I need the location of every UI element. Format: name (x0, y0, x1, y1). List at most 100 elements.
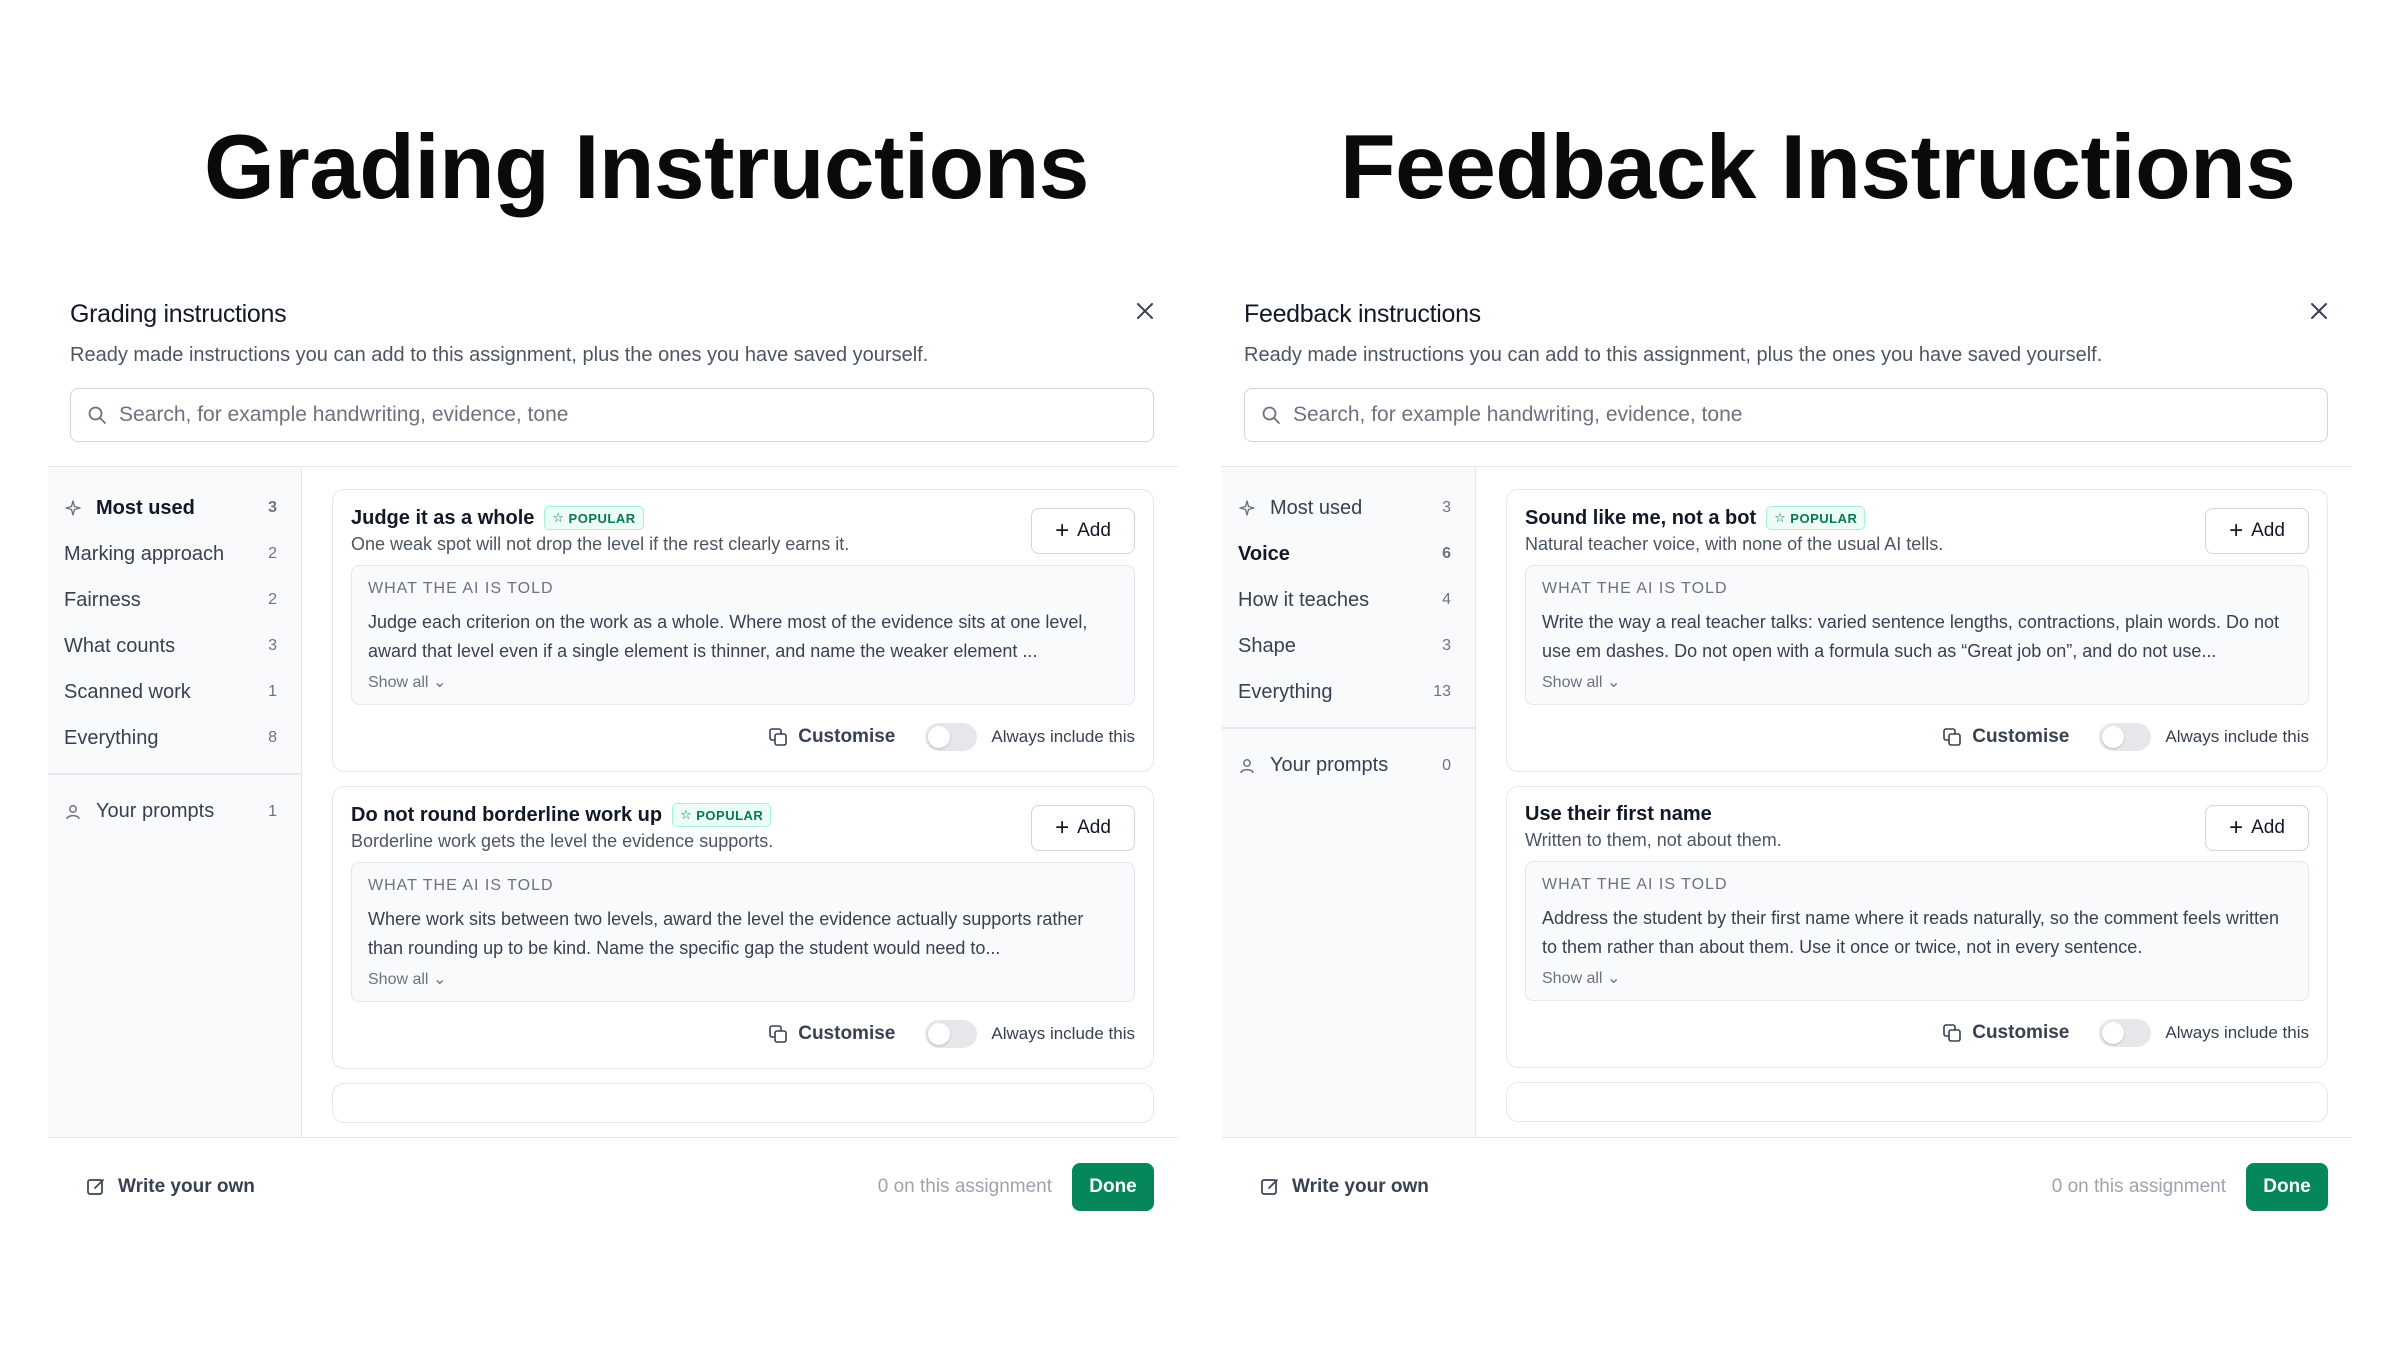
popular-badge: ☆ POPULAR (672, 803, 772, 827)
edit-icon (87, 1179, 104, 1195)
dialog-footer: Write your own 0 on this assignment Done (48, 1138, 1178, 1236)
customise-label: Customise (1972, 1022, 2070, 1043)
sidebar-item-label: Everything (64, 726, 159, 749)
sidebar-item-what-counts[interactable]: What counts 3 (48, 623, 301, 669)
chevron-down-icon: ⌄ (432, 674, 447, 691)
done-button[interactable]: Done (2246, 1163, 2328, 1211)
sidebar-item-label: Your prompts (1270, 754, 1389, 776)
dialog-footer: Write your own 0 on this assignment Done (1222, 1138, 2352, 1236)
grading-dialog: Grading instructions Ready made instruct… (48, 286, 1178, 1236)
category-sidebar: Most used 3 Marking approach 2 Fairness … (48, 467, 302, 1137)
sidebar-item-everything[interactable]: Everything 13 (1222, 669, 1475, 715)
sidebar-item-fairness[interactable]: Fairness 2 (48, 577, 301, 623)
chevron-down-icon: ⌄ (1606, 674, 1621, 691)
always-include-toggle[interactable] (925, 723, 978, 751)
instruction-card-partial (332, 1083, 1154, 1123)
sidebar-item-shape[interactable]: Shape 3 (1222, 623, 1475, 669)
instruction-list: Judge it as a whole ☆ POPULAR One weak sp… (302, 467, 1178, 1137)
copy-icon (1943, 728, 1962, 746)
search-input[interactable] (1293, 403, 2193, 427)
search-box[interactable] (1244, 388, 2328, 442)
sidebar-item-label: What counts (64, 634, 176, 657)
ai-told-label: WHAT THE AI IS TOLD (1542, 580, 1728, 597)
instruction-card: Do not round borderline work up ☆ POPULAR… (332, 786, 1154, 1069)
card-title: Do not round borderline work up (351, 803, 663, 826)
instruction-list: Sound like me, not a bot ☆ POPULAR Natura… (1476, 467, 2352, 1137)
always-include-toggle[interactable] (925, 1020, 978, 1048)
ai-told-box: WHAT THE AI IS TOLD Write the way a real… (1525, 565, 2309, 705)
add-button[interactable]: + Add (2205, 805, 2309, 851)
plus-icon: + (1055, 517, 1070, 544)
search-input[interactable] (119, 403, 1019, 427)
always-include-label: Always include this (991, 727, 1135, 746)
customise-button[interactable]: Customise (1942, 726, 2069, 748)
add-button[interactable]: + Add (2205, 508, 2309, 554)
sidebar-item-scanned-work[interactable]: Scanned work 1 (48, 669, 301, 715)
sidebar-item-count: 3 (1442, 499, 1451, 516)
close-icon[interactable] (2310, 302, 2328, 320)
sidebar-item-most-used[interactable]: Most used 3 (48, 485, 301, 531)
always-include-toggle[interactable] (2099, 1019, 2152, 1047)
card-description: Written to them, not about them. (1525, 830, 1782, 850)
always-include-toggle[interactable] (2099, 723, 2152, 751)
show-all-link[interactable]: Show all ⌄ (1542, 672, 1620, 692)
show-all-label: Show all (1542, 970, 1603, 987)
done-button[interactable]: Done (1072, 1163, 1154, 1211)
ai-told-label: WHAT THE AI IS TOLD (368, 580, 554, 597)
dialog-subtitle: Ready made instructions you can add to t… (1244, 344, 2103, 366)
chevron-down-icon: ⌄ (432, 971, 447, 988)
card-title: Use their first name (1525, 803, 1712, 825)
ai-told-text: Judge each criterion on the work as a wh… (368, 612, 1088, 661)
dialog-subtitle: Ready made instructions you can add to t… (70, 344, 929, 366)
sidebar-item-count: 1 (268, 683, 277, 700)
dialog-title: Feedback instructions (1244, 300, 1481, 328)
close-icon[interactable] (1136, 302, 1154, 320)
star-icon: ☆ (552, 510, 565, 525)
badge-label: POPULAR (568, 510, 636, 526)
sidebar-item-most-used[interactable]: Most used 3 (1222, 485, 1475, 531)
add-button[interactable]: + Add (1031, 508, 1135, 554)
add-label: Add (2251, 817, 2285, 838)
customise-label: Customise (798, 1023, 896, 1044)
sidebar-item-count: 6 (1442, 545, 1451, 562)
sidebar-item-label: Shape (1238, 634, 1296, 657)
sidebar-item-count: 2 (268, 545, 277, 562)
assignment-count: 0 on this assignment (877, 1176, 1052, 1197)
ai-told-text: Write the way a real teacher talks: vari… (1542, 612, 2280, 661)
sidebar-item-marking-approach[interactable]: Marking approach 2 (48, 531, 301, 577)
always-include-label: Always include this (991, 1024, 1135, 1043)
close-button[interactable] (2304, 296, 2334, 326)
sidebar-item-label: How it teaches (1238, 588, 1370, 611)
customise-button[interactable]: Customise (768, 726, 895, 748)
badge-label: POPULAR (696, 807, 764, 823)
always-include-label: Always include this (2165, 727, 2309, 746)
category-sidebar: Most used 3 Voice 6 How it teaches 4 Sha… (1222, 467, 1476, 1137)
search-icon (88, 406, 106, 424)
close-button[interactable] (1130, 296, 1160, 326)
customise-button[interactable]: Customise (768, 1023, 895, 1045)
person-icon (64, 803, 82, 821)
add-button[interactable]: + Add (1031, 805, 1135, 851)
write-your-own-button[interactable]: Write your own (86, 1176, 255, 1198)
sidebar-item-label: Most used (1270, 496, 1363, 519)
show-all-link[interactable]: Show all ⌄ (368, 672, 446, 692)
write-your-own-button[interactable]: Write your own (1260, 1176, 1429, 1198)
sidebar-item-label: Scanned work (64, 680, 191, 703)
sidebar-item-your-prompts[interactable]: Your prompts 0 (1222, 743, 1475, 789)
sidebar-item-everything[interactable]: Everything 8 (48, 715, 301, 761)
plus-icon: + (2229, 517, 2244, 544)
instruction-card: Judge it as a whole ☆ POPULAR One weak sp… (332, 489, 1154, 772)
write-your-own-label: Write your own (118, 1176, 255, 1197)
customise-button[interactable]: Customise (1942, 1022, 2069, 1044)
show-all-link[interactable]: Show all ⌄ (1542, 968, 1620, 988)
search-box[interactable] (70, 388, 1154, 442)
sidebar-item-how-it-teaches[interactable]: How it teaches 4 (1222, 577, 1475, 623)
sidebar-item-your-prompts[interactable]: Your prompts 1 (48, 789, 301, 835)
sidebar-item-label: Your prompts (96, 800, 215, 822)
card-description: Borderline work gets the level the evide… (351, 831, 774, 851)
ai-told-text: Where work sits between two levels, awar… (368, 909, 1084, 958)
dialog-body: Most used 3 Marking approach 2 Fairness … (48, 466, 1178, 1138)
show-all-link[interactable]: Show all ⌄ (368, 969, 446, 989)
popular-badge: ☆ POPULAR (1766, 506, 1866, 530)
sidebar-item-voice[interactable]: Voice 6 (1222, 531, 1475, 577)
